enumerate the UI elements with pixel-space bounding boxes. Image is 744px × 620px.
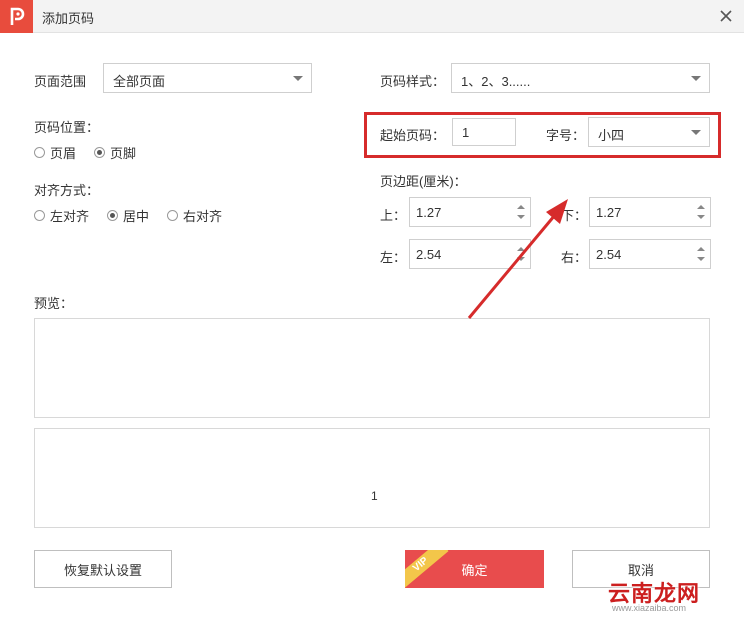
spin-down-icon[interactable] [516, 254, 526, 264]
spin-down-icon[interactable] [696, 212, 706, 222]
title-bar: 添加页码 [0, 0, 744, 33]
radio-unchecked-icon [34, 210, 45, 221]
number-style-value: 1、2、3...... [461, 74, 531, 89]
page-range-value: 全部页面 [113, 74, 166, 89]
page-range-label: 页面范围 [34, 74, 87, 89]
margin-top-label: 上： [380, 208, 407, 223]
page-range-select[interactable]: 全部页面 [103, 63, 312, 93]
margin-right-value: 2.54 [596, 247, 622, 262]
margin-right-label: 右： [561, 250, 588, 265]
radio-unchecked-icon [34, 147, 45, 158]
margin-bottom-label: 下： [561, 208, 588, 223]
watermark-url: www.xiazaiba.com [612, 603, 687, 613]
spin-up-icon[interactable] [696, 244, 706, 254]
vip-badge: VIP [405, 550, 449, 588]
number-style-select[interactable]: 1、2、3...... [451, 63, 710, 93]
radio-align-right[interactable]: 右对齐 [167, 206, 222, 225]
margin-top-value: 1.27 [416, 205, 442, 220]
spin-up-icon[interactable] [516, 202, 526, 212]
position-radio-group: 页眉 页脚 [34, 143, 154, 162]
close-icon[interactable] [716, 6, 736, 26]
margin-right-spinner[interactable]: 2.54 [589, 239, 711, 269]
spin-up-icon[interactable] [516, 244, 526, 254]
chevron-down-icon [691, 76, 701, 81]
app-logo-icon [0, 0, 33, 33]
preview-page-top [34, 318, 710, 418]
radio-header[interactable]: 页眉 [34, 143, 76, 162]
chevron-down-icon [293, 76, 303, 81]
radio-align-right-label: 右对齐 [183, 209, 223, 224]
preview-page-bottom: 1 [34, 428, 710, 528]
margin-left-spinner[interactable]: 2.54 [409, 239, 531, 269]
spin-down-icon[interactable] [696, 254, 706, 264]
radio-footer-label: 页脚 [110, 146, 137, 161]
margin-bottom-spinner[interactable]: 1.27 [589, 197, 711, 227]
preview-label: 预览： [34, 296, 74, 311]
margin-left-label: 左： [380, 250, 407, 265]
alignment-label: 对齐方式： [34, 183, 100, 198]
ok-button[interactable]: VIP 确定 [405, 550, 544, 588]
radio-align-left[interactable]: 左对齐 [34, 206, 89, 225]
radio-footer[interactable]: 页脚 [94, 143, 136, 162]
number-style-label: 页码样式： [380, 74, 446, 89]
spin-up-icon[interactable] [696, 202, 706, 212]
highlight-box [364, 112, 721, 158]
preview-page-number: 1 [371, 489, 378, 503]
radio-checked-icon [94, 147, 106, 158]
radio-align-center-label: 居中 [123, 209, 150, 224]
ok-button-label: 确定 [461, 562, 488, 578]
radio-unchecked-icon [167, 210, 179, 221]
margin-left-value: 2.54 [416, 247, 442, 262]
reset-defaults-button[interactable]: 恢复默认设置 [34, 550, 172, 588]
radio-align-center[interactable]: 居中 [107, 206, 149, 225]
window-title: 添加页码 [42, 11, 95, 26]
radio-align-left-label: 左对齐 [50, 209, 90, 224]
margin-bottom-value: 1.27 [596, 205, 622, 220]
radio-checked-icon [107, 210, 119, 221]
margin-top-spinner[interactable]: 1.27 [409, 197, 531, 227]
position-label: 页码位置： [34, 120, 100, 135]
margins-label: 页边距(厘米)： [380, 174, 467, 189]
alignment-radio-group: 左对齐 居中 右对齐 [34, 206, 240, 225]
spin-down-icon[interactable] [516, 212, 526, 222]
radio-header-label: 页眉 [50, 146, 77, 161]
